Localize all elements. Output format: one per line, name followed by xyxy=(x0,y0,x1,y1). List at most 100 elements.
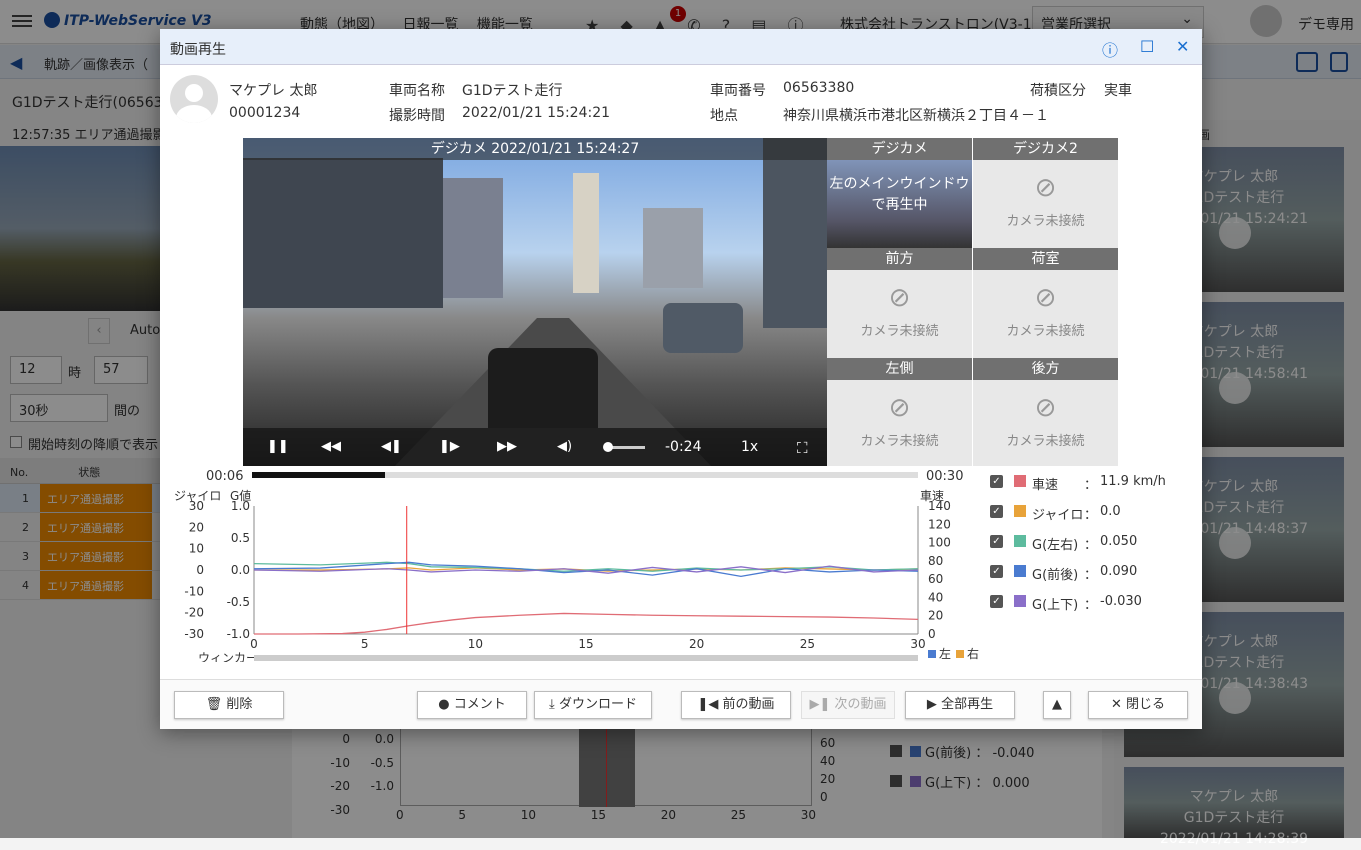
camera-digicam[interactable]: デジカメ 左のメインウインドウで再生中 xyxy=(827,138,972,248)
speed-tick: 40 xyxy=(928,590,943,604)
camera-name: 前方 xyxy=(827,248,972,270)
blinker-track xyxy=(254,655,918,661)
camera-name: デジカメ xyxy=(827,138,972,160)
legend-swatch xyxy=(1014,475,1026,487)
camera-front[interactable]: 前方 ⊘ カメラ未接続 xyxy=(827,248,972,358)
legend-value: 0.050 xyxy=(1100,534,1138,549)
maximize-icon[interactable]: ☐ xyxy=(1140,37,1154,56)
legend-checkbox[interactable]: ✓ xyxy=(990,565,1003,578)
x-tick: 25 xyxy=(800,637,815,651)
legend-checkbox[interactable]: ✓ xyxy=(990,595,1003,608)
video-scene-dashboard xyxy=(488,348,598,428)
driver-id: 00001234 xyxy=(229,105,301,121)
step-forward-icon[interactable]: ❚▶ xyxy=(439,439,460,454)
volume-slider[interactable] xyxy=(603,442,645,452)
legend-colon: ： xyxy=(1084,478,1098,493)
blinker-legend-swatch xyxy=(928,650,936,658)
camera-body: ⊘ カメラ未接続 xyxy=(973,160,1118,248)
pause-icon[interactable]: ❚❚ xyxy=(267,439,289,454)
camera-name: デジカメ2 xyxy=(973,138,1118,160)
scroll-top-button[interactable]: ▲ xyxy=(1043,691,1071,719)
camera-body: ⊘ カメラ未接続 xyxy=(827,380,972,468)
main-video[interactable]: デジカメ 2022/01/21 15:24:27 ❚❚ ◀◀ ◀❚ ❚▶ ▶▶ … xyxy=(243,138,827,466)
legend-swatch xyxy=(1014,595,1026,607)
g-tick: -0.5 xyxy=(227,595,250,609)
cargo-value: 実車 xyxy=(1104,83,1132,99)
download-icon: ⤓ xyxy=(549,697,555,712)
camera-status: カメラ未接続 xyxy=(1006,324,1085,339)
blinker-label: ウィンカー xyxy=(198,651,258,662)
legend-swatch xyxy=(1014,565,1026,577)
camera-grid: デジカメ 左のメインウインドウで再生中 デジカメ2 ⊘ カメラ未接続 前方 ⊘ カメラ未接… xyxy=(827,138,1118,466)
prev-video-label: 前の動画 xyxy=(722,697,775,712)
camera-off-icon: ⊘ xyxy=(1034,173,1057,203)
video-scene-car xyxy=(663,303,743,353)
play-all-button[interactable]: ▶ 全部再生 xyxy=(905,691,1015,719)
x-tick: 15 xyxy=(578,637,593,651)
download-button[interactable]: ⤓ ダウンロード xyxy=(534,691,652,719)
speed-tick: 140 xyxy=(928,499,951,513)
legend-checkbox[interactable]: ✓ xyxy=(990,475,1003,488)
camera-off-icon: ⊘ xyxy=(1034,283,1057,313)
g-tick: 0.0 xyxy=(231,563,250,577)
blinker-legend-label: ハザード xyxy=(939,661,980,662)
vehicle-name-label: 車両名称 xyxy=(389,83,445,99)
help-icon[interactable]: ⓘ xyxy=(1102,37,1118,61)
camera-name: 左側 xyxy=(827,358,972,380)
camera-left[interactable]: 左側 ⊘ カメラ未接続 xyxy=(827,358,972,466)
series-line xyxy=(254,612,919,635)
video-scene-building xyxy=(643,208,703,288)
volume-icon[interactable]: ◀) xyxy=(557,439,572,454)
location-label: 地点 xyxy=(710,108,738,124)
gyro-tick: 0 xyxy=(196,563,204,577)
x-tick: 10 xyxy=(468,637,483,651)
camera-cargo[interactable]: 荷室 ⊘ カメラ未接続 xyxy=(973,248,1118,358)
close-button[interactable]: ✕ 閉じる xyxy=(1088,691,1188,719)
location: 神奈川県横浜市港北区新横浜２丁目４－１ xyxy=(783,108,1049,124)
x-tick: 0 xyxy=(250,637,258,651)
x-tick: 30 xyxy=(910,637,925,651)
camera-off-icon: ⊘ xyxy=(888,283,911,313)
close-icon: ✕ xyxy=(1110,697,1122,712)
camera-status: カメラ未接続 xyxy=(1006,434,1085,449)
fullscreen-icon[interactable]: ⛶ xyxy=(797,439,808,457)
speed-tick: 20 xyxy=(928,609,943,623)
skip-back-icon[interactable]: ◀◀ xyxy=(321,439,341,454)
vehicle-name: G1Dテスト走行 xyxy=(462,83,563,99)
step-back-icon[interactable]: ◀❚ xyxy=(381,439,402,454)
blinker-legend-label: 右 xyxy=(967,646,979,661)
video-scene-tower xyxy=(573,173,599,293)
prev-video-button[interactable]: ❚◀ 前の動画 xyxy=(681,691,791,719)
next-video-button[interactable]: ▶❚ 次の動画 xyxy=(801,691,895,719)
video-scene-building xyxy=(243,158,443,308)
video-scene-building xyxy=(763,138,827,328)
delete-button[interactable]: 🗑 削除 xyxy=(174,691,284,719)
legend-value: -0.030 xyxy=(1100,594,1142,609)
play-all-label: 全部再生 xyxy=(941,697,994,712)
close-icon[interactable]: ✕ xyxy=(1176,37,1189,56)
camera-rear[interactable]: 後方 ⊘ カメラ未接続 xyxy=(973,358,1118,466)
vehicle-no-label: 車両番号 xyxy=(710,83,766,99)
camera-digicam2[interactable]: デジカメ2 ⊘ カメラ未接続 xyxy=(973,138,1118,248)
legend-checkbox[interactable]: ✓ xyxy=(990,505,1003,518)
playback-rate[interactable]: 1x xyxy=(741,439,758,455)
comment-button[interactable]: ● コメント xyxy=(417,691,527,719)
comment-icon: ● xyxy=(438,697,450,712)
shot-time: 2022/01/21 15:24:21 xyxy=(462,105,611,121)
dialog-titlebar: 動画再生 ⓘ ☐ ✕ xyxy=(160,29,1202,65)
camera-body: ⊘ カメラ未接続 xyxy=(827,270,972,358)
video-controls: ❚❚ ◀◀ ◀❚ ❚▶ ▶▶ ◀) -0:24 1x ⛶ xyxy=(243,428,827,466)
skip-forward-icon[interactable]: ▶▶ xyxy=(497,439,517,454)
dialog-footer: 🗑 削除 ● コメント ⤓ ダウンロード ❚◀ 前の動画 ▶❚ 次の動画 ▶ 全… xyxy=(160,679,1202,729)
timeline-bar[interactable] xyxy=(252,472,918,478)
camera-off-icon: ⊘ xyxy=(1034,393,1057,423)
trash-icon: 🗑 xyxy=(205,697,223,712)
camera-body: ⊘ カメラ未接続 xyxy=(973,380,1118,468)
video-scene-building xyxy=(443,178,503,298)
legend-name: 車速 xyxy=(1032,478,1059,493)
speed-tick: 120 xyxy=(928,517,951,531)
camera-body: ⊘ カメラ未接続 xyxy=(973,270,1118,358)
legend-checkbox[interactable]: ✓ xyxy=(990,535,1003,548)
next-video-icon: ▶❚ xyxy=(809,697,831,712)
delete-label: 削除 xyxy=(226,697,253,712)
